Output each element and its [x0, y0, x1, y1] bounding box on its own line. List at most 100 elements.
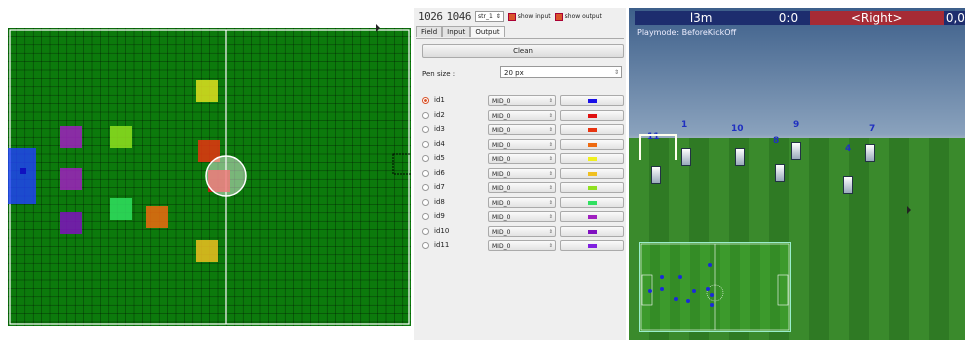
player-radio[interactable]	[422, 213, 429, 220]
position-select[interactable]: MID_0 ⇕	[488, 182, 556, 193]
player-radio[interactable]	[422, 140, 429, 148]
color-button[interactable]	[560, 225, 624, 237]
position-select[interactable]: MID_0 ⇕	[488, 124, 556, 135]
position-select[interactable]: MID_0 ⇕	[488, 196, 556, 208]
robot-player[interactable]	[865, 144, 875, 162]
robot-player[interactable]	[775, 164, 785, 182]
player-zone-6[interactable]	[146, 206, 168, 228]
player-row-id6: id6 MID_0 ⇕	[422, 167, 624, 180]
color-button[interactable]	[560, 211, 624, 222]
position-select[interactable]: MID_0 ⇕	[488, 240, 556, 251]
player-zone-3[interactable]	[110, 126, 132, 148]
robot-player[interactable]	[681, 148, 691, 166]
player-radio[interactable]	[422, 169, 429, 177]
tab-field[interactable]: Field	[416, 26, 443, 37]
tab-input[interactable]: Input	[442, 26, 471, 37]
checkbox-checked-icon	[507, 12, 516, 21]
color-swatch	[588, 99, 597, 103]
position-select[interactable]: MID_0 ⇕	[488, 153, 556, 164]
player-number: 7	[869, 124, 876, 134]
player-zone-2[interactable]	[60, 126, 82, 148]
3d-soccer-view[interactable]: l3m 0:0 <Right> 0,0 Playmode: BeforeKick…	[629, 8, 965, 340]
position-select[interactable]: MID_0 ⇕	[488, 109, 556, 121]
color-button[interactable]	[560, 124, 624, 135]
player-id-label: id6	[434, 168, 445, 177]
spinner-arrows-icon: ⇕	[548, 228, 553, 235]
minimap-player-dot	[674, 297, 678, 301]
output-tab-body: Clean Pen size : 20 px ⇕ id1 MID_0 ⇕ id2 MID…	[416, 38, 624, 339]
player-radio[interactable]	[422, 126, 429, 133]
player-radio[interactable]	[422, 111, 429, 119]
cycle-display: 1046	[446, 10, 472, 23]
robot-player[interactable]	[735, 148, 745, 166]
color-button[interactable]	[560, 153, 624, 164]
color-button[interactable]	[560, 95, 624, 106]
color-button[interactable]	[560, 182, 624, 193]
player-zone-1[interactable]	[196, 80, 218, 102]
player-zone-8[interactable]	[196, 240, 218, 262]
spinner-arrows-icon: ⇕	[495, 13, 501, 20]
score-hud: l3m 0:0 <Right> 0,0	[635, 11, 965, 25]
field-canvas[interactable]	[8, 28, 411, 326]
color-swatch	[588, 142, 597, 147]
spinner-arrows-icon: ⇕	[548, 199, 553, 206]
player-id-label: id7	[434, 183, 445, 191]
player-radio[interactable]	[422, 242, 429, 249]
minimap-player-dot	[678, 275, 682, 279]
player-zone-4[interactable]	[60, 168, 82, 190]
player-radio[interactable]	[422, 97, 429, 104]
show-output-checkbox[interactable]: show output	[554, 12, 602, 21]
player-id-label: id10	[434, 226, 450, 235]
player-row-id11: id11 MID_0 ⇕	[422, 240, 624, 252]
mouse-cursor-icon	[907, 206, 911, 214]
tab-output[interactable]: Output	[470, 26, 505, 37]
player-row-id5: id5 MID_0 ⇕	[422, 153, 624, 165]
color-button[interactable]	[560, 109, 624, 121]
center-circle	[205, 155, 247, 197]
show-input-checkbox[interactable]: show input	[507, 12, 551, 21]
minimap-player-dot	[686, 299, 690, 303]
color-button[interactable]	[560, 196, 624, 208]
spinner-arrows-icon: ⇕	[548, 170, 553, 177]
color-swatch	[588, 128, 597, 132]
player-radio[interactable]	[422, 184, 429, 191]
minimap-player-dot	[706, 287, 710, 291]
player-zone-7[interactable]	[60, 212, 82, 234]
color-button[interactable]	[560, 240, 624, 251]
player-radio[interactable]	[422, 227, 429, 235]
pen-size-select[interactable]: 20 px ⇕	[500, 66, 622, 78]
spinner-arrows-icon: ⇕	[548, 141, 553, 148]
player-row-id10: id10 MID_0 ⇕	[422, 225, 624, 238]
position-select[interactable]: MID_0 ⇕	[488, 225, 556, 237]
robot-player[interactable]	[843, 176, 853, 194]
left-team-name: l3m	[635, 11, 768, 25]
minimap-player-dot	[708, 263, 712, 267]
score: 0:0	[767, 11, 810, 25]
position-select[interactable]: MID_0 ⇕	[488, 95, 556, 106]
spinner-arrows-icon: ⇕	[548, 185, 553, 191]
spinner-arrows-icon: ⇕	[548, 243, 553, 249]
position-select[interactable]: MID_0 ⇕	[488, 211, 556, 222]
mouse-cursor-icon	[376, 24, 380, 32]
player-zone-5[interactable]	[110, 198, 132, 220]
robot-player[interactable]	[791, 142, 801, 160]
panel-toolbar: 1026 1046 str_1 ⇕ show input show output	[414, 8, 626, 25]
color-button[interactable]	[560, 167, 624, 179]
player-number: 8	[773, 136, 780, 146]
player-id-label: id5	[434, 154, 445, 162]
minimap-player-dot	[710, 303, 714, 307]
clean-button[interactable]: Clean	[422, 44, 624, 58]
position-select[interactable]: MID_0 ⇕	[488, 167, 556, 179]
player-number: 1	[681, 120, 688, 130]
player-radio[interactable]	[422, 155, 429, 162]
strategy-select[interactable]: str_1 ⇕	[475, 11, 504, 22]
position-select[interactable]: MID_0 ⇕	[488, 138, 556, 150]
color-button[interactable]	[560, 138, 624, 150]
goalie-marker[interactable]	[20, 168, 26, 174]
robot-player[interactable]	[651, 166, 661, 184]
spinner-arrows-icon: ⇕	[613, 69, 619, 76]
spinner-arrows-icon: ⇕	[548, 98, 553, 104]
player-radio[interactable]	[422, 198, 429, 206]
strategy-field[interactable]	[8, 28, 411, 326]
color-swatch	[588, 200, 597, 205]
